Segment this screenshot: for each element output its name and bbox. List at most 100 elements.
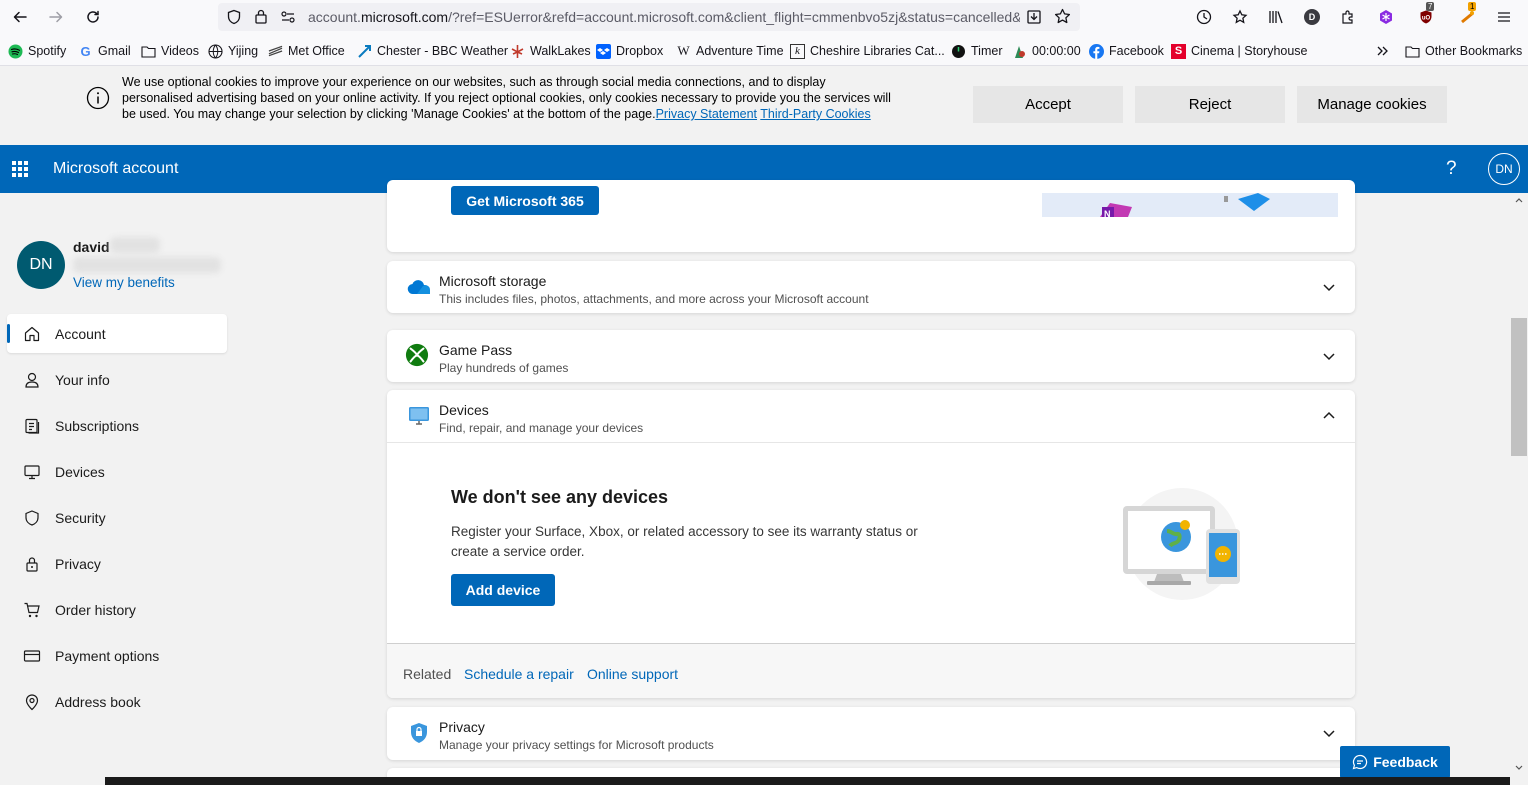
bookmark-star-icon[interactable] [1054, 8, 1071, 28]
scroll-down-icon[interactable] [1515, 765, 1523, 771]
sidebar-item-label: Account [55, 325, 106, 342]
card-icon [23, 647, 41, 665]
get-m365-button[interactable]: Get Microsoft 365 [451, 186, 599, 215]
profile-name: david [73, 239, 110, 255]
schedule-repair-link[interactable]: Schedule a repair [464, 666, 574, 682]
sidebar-item-security[interactable]: Security [7, 498, 227, 537]
page-scrollbar[interactable] [1510, 193, 1528, 777]
tracking-shield-icon[interactable] [226, 9, 242, 28]
chevron-down-icon[interactable] [1321, 348, 1337, 364]
redacted-name [110, 237, 160, 253]
back-icon[interactable] [8, 5, 32, 29]
privacy-shield-icon [407, 721, 431, 745]
sidebar-item-subscriptions[interactable]: Subscriptions [7, 406, 227, 445]
m365-promo-image: N [1042, 193, 1338, 217]
sidebar-item-privacy[interactable]: Privacy [7, 544, 227, 583]
sidebar-item-your-info[interactable]: Your info [7, 360, 227, 399]
profile-avatar: DN [17, 241, 65, 289]
history-clock-icon[interactable] [1192, 5, 1216, 29]
manage-cookies-button[interactable]: Manage cookies [1297, 86, 1447, 123]
privacy-subtitle: Manage your privacy settings for Microso… [439, 738, 714, 752]
no-devices-heading: We don't see any devices [451, 487, 669, 507]
reader-save-icon[interactable] [1026, 9, 1042, 28]
facebook-icon [1089, 43, 1104, 59]
header-avatar[interactable]: DN [1488, 153, 1520, 185]
hamburger-menu-icon[interactable] [1492, 5, 1516, 29]
bookmark-cheshire-libraries[interactable]: k Cheshire Libraries Cat... [790, 42, 945, 60]
bookmark-met-office[interactable]: Met Office [268, 42, 345, 60]
ublock-icon[interactable]: uO 7 [1414, 2, 1438, 29]
forward-icon[interactable] [44, 5, 68, 29]
sidebar-item-order-history[interactable]: Order history [7, 590, 227, 629]
bookmark-gmail[interactable]: G Gmail [78, 42, 130, 60]
third-party-cookies-link[interactable]: Third-Party Cookies [760, 107, 870, 121]
bookmark-adventure-time[interactable]: W Adventure Time [676, 42, 783, 60]
purple-extension-icon[interactable] [1374, 5, 1398, 29]
devices-card-header[interactable]: Devices Find, repair, and manage your de… [387, 390, 1355, 443]
view-benefits-link[interactable]: View my benefits [73, 275, 175, 290]
subscriptions-icon [23, 417, 41, 435]
sidebar-item-devices[interactable]: Devices [7, 452, 227, 491]
chevron-down-icon[interactable] [1321, 279, 1337, 295]
dropbox-icon [596, 43, 611, 59]
folder-icon [1405, 44, 1420, 59]
sidebar-item-payment-options[interactable]: Payment options [7, 636, 227, 675]
chevron-down-icon[interactable] [1321, 725, 1337, 741]
permissions-icon[interactable] [280, 9, 296, 28]
bookmark-other-bookmarks[interactable]: Other Bookmarks [1405, 42, 1522, 60]
padlock-icon[interactable] [254, 8, 268, 27]
redacted-email [73, 257, 221, 273]
header-title[interactable]: Microsoft account [53, 160, 178, 178]
reload-icon[interactable] [81, 5, 105, 29]
bookmark-bbc-weather[interactable]: Chester - BBC Weather [357, 42, 508, 60]
google-icon: G [80, 43, 91, 59]
sidebar-item-label: Privacy [55, 555, 101, 572]
chevron-up-icon[interactable] [1321, 408, 1337, 424]
add-device-button[interactable]: Add device [451, 574, 555, 606]
home-icon [23, 325, 41, 343]
reject-cookies-button[interactable]: Reject [1135, 86, 1285, 123]
bookmark-yijing[interactable]: Yijing [208, 42, 258, 60]
privacy-statement-link[interactable]: Privacy Statement [656, 107, 757, 121]
profile-icon[interactable]: D [1300, 5, 1324, 29]
sidebar-item-label: Security [55, 509, 106, 526]
storage-card[interactable]: Microsoft storage This includes files, p… [387, 261, 1355, 313]
scroll-thumb[interactable] [1511, 318, 1527, 456]
app-launcher-icon[interactable] [12, 161, 28, 177]
svg-text:uO: uO [1422, 16, 1431, 22]
bookmark-walklakes[interactable]: WalkLakes [510, 42, 591, 60]
extensions-puzzle-icon[interactable] [1336, 5, 1360, 29]
orange-extension-icon[interactable]: 1 [1456, 2, 1480, 29]
feedback-button[interactable]: Feedback [1340, 746, 1450, 778]
privacy-card[interactable]: Privacy Manage your privacy settings for… [387, 707, 1355, 760]
bookmark-facebook[interactable]: Facebook [1089, 42, 1164, 60]
bookmark-storyhouse[interactable]: S Cinema | Storyhouse [1171, 42, 1308, 60]
sidebar-item-address-book[interactable]: Address book [7, 682, 227, 721]
storyhouse-icon: S [1171, 43, 1186, 59]
help-icon[interactable]: ? [1446, 158, 1457, 180]
pocket-star-icon[interactable] [1228, 5, 1252, 29]
taskbar-edge [0, 777, 1528, 785]
bookmark-timer[interactable]: Timer [951, 42, 1002, 60]
bookmarks-overflow-icon[interactable] [1376, 42, 1390, 60]
library-icon[interactable] [1264, 5, 1288, 29]
bookmark-dropbox[interactable]: Dropbox [596, 42, 663, 60]
globe-icon [208, 43, 223, 59]
gamepass-card[interactable]: Game Pass Play hundreds of games [387, 330, 1355, 382]
timer-icon [951, 44, 966, 59]
scroll-up-icon[interactable] [1515, 197, 1523, 203]
devices-card: Devices Find, repair, and manage your de… [387, 390, 1355, 698]
person-icon [23, 371, 41, 389]
bookmark-spotify[interactable]: Spotify [8, 42, 66, 60]
sidebar-item-account[interactable]: Account [7, 314, 227, 353]
bookmark-stopwatch[interactable]: 00:00:00 [1012, 42, 1081, 60]
stopwatch-icon [1012, 44, 1027, 59]
feedback-label: Feedback [1373, 754, 1438, 770]
accept-cookies-button[interactable]: Accept [973, 86, 1123, 123]
online-support-link[interactable]: Online support [587, 666, 678, 682]
url-bar[interactable]: account.microsoft.com/?ref=ESUerror&refd… [218, 3, 1080, 31]
bookmarks-bar: Spotify G Gmail Videos Yijing Met Office … [0, 34, 1528, 66]
cookie-banner: We use optional cookies to improve your … [0, 66, 1528, 145]
browser-toolbar: account.microsoft.com/?ref=ESUerror&refd… [0, 0, 1528, 34]
bookmark-videos[interactable]: Videos [141, 42, 199, 60]
